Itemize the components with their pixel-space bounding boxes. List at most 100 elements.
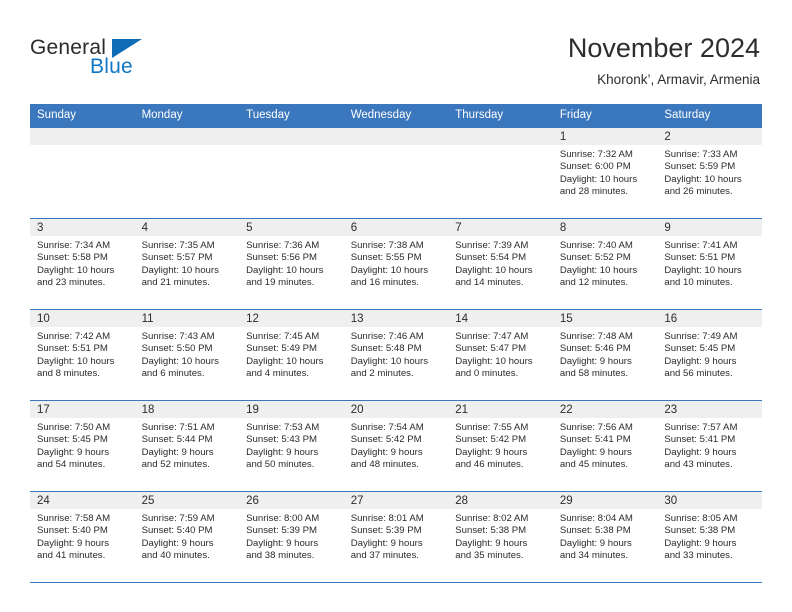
sunset-text: Sunset: 5:45 PM [37,434,108,446]
day-cell-inner: 18 Sunrise: 7:51 AM Sunset: 5:44 PM Dayligh… [134,401,240,491]
daylight-text-line1: Daylight: 10 hours [141,264,219,276]
calendar-day-cell-empty [343,127,449,219]
calendar-day-cell[interactable]: 15 Sunrise: 7:48 AM Sunset: 5:46 PM Dayligh… [552,309,658,401]
calendar-day-cell[interactable]: 23 Sunrise: 7:57 AM Sunset: 5:41 PM Dayligh… [657,400,762,492]
sunrise-text: Sunrise: 7:45 AM [246,331,320,342]
calendar-day-cell[interactable]: 24 Sunrise: 7:58 AM Sunset: 5:40 PM Dayligh… [30,491,135,583]
daylight-text-line1: Daylight: 9 hours [350,537,423,549]
calendar-day-cell[interactable]: 22 Sunrise: 7:56 AM Sunset: 5:41 PM Dayligh… [552,400,658,492]
sunrise-text: Sunrise: 7:51 AM [141,422,215,433]
logo-text-blue: Blue [90,55,133,78]
calendar-day-cell[interactable]: 8 Sunrise: 7:40 AM Sunset: 5:52 PM Daylight… [552,218,658,310]
daylight-text-line1: Daylight: 9 hours [37,446,109,458]
general-blue-logo[interactable]: General Blue [30,36,180,86]
daylight-text-line1: Daylight: 10 hours [350,264,429,276]
day-cell-inner: 3 Sunrise: 7:34 AM Sunset: 5:58 PM Daylight… [30,219,135,309]
calendar-day-cell[interactable]: 3 Sunrise: 7:34 AM Sunset: 5:58 PM Daylight… [30,218,135,310]
daylight-text-line1: Daylight: 9 hours [37,537,109,549]
calendar-day-cell[interactable]: 20 Sunrise: 7:54 AM Sunset: 5:42 PM Dayligh… [343,400,449,492]
calendar-day-cell[interactable]: 6 Sunrise: 7:38 AM Sunset: 5:55 PM Daylight… [343,218,449,310]
day-cell-details: Sunrise: 7:54 AM Sunset: 5:42 PM Daylight:… [344,418,449,471]
calendar-day-cell[interactable]: 30 Sunrise: 8:05 AM Sunset: 5:38 PM Dayligh… [657,491,762,583]
day-cell-details: Sunrise: 7:49 AM Sunset: 5:45 PM Daylight:… [657,327,762,380]
calendar-day-cell[interactable]: 9 Sunrise: 7:41 AM Sunset: 5:51 PM Daylight… [657,218,762,310]
sunrise-text: Sunrise: 7:47 AM [455,331,529,342]
sunset-text: Sunset: 5:59 PM [664,161,736,173]
sunset-text: Sunset: 5:38 PM [455,525,527,537]
day-number: 17 [30,401,135,418]
sunset-text: Sunset: 5:38 PM [559,525,631,537]
calendar-day-cell[interactable]: 27 Sunrise: 8:01 AM Sunset: 5:39 PM Dayligh… [343,491,449,583]
day-cell-details: Sunrise: 7:51 AM Sunset: 5:44 PM Daylight:… [135,418,240,471]
day-cell-inner: 6 Sunrise: 7:38 AM Sunset: 5:55 PM Daylight… [343,219,449,309]
calendar-day-cell[interactable]: 14 Sunrise: 7:47 AM Sunset: 5:47 PM Dayligh… [448,309,553,401]
sunrise-text: Sunrise: 7:49 AM [664,331,738,342]
calendar-day-cell[interactable]: 2 Sunrise: 7:33 AM Sunset: 5:59 PM Daylight… [657,127,762,219]
sunset-text: Sunset: 5:50 PM [141,343,213,355]
calendar-day-cell[interactable]: 1 Sunrise: 7:32 AM Sunset: 6:00 PM Daylight… [552,127,658,219]
calendar-day-cell[interactable]: 28 Sunrise: 8:02 AM Sunset: 5:38 PM Dayligh… [448,491,553,583]
day-number [448,128,553,145]
calendar-day-cell[interactable]: 12 Sunrise: 7:45 AM Sunset: 5:49 PM Dayligh… [239,309,344,401]
sunset-text: Sunset: 5:42 PM [350,434,422,446]
calendar-day-cell[interactable]: 19 Sunrise: 7:53 AM Sunset: 5:43 PM Dayligh… [239,400,344,492]
calendar-day-cell[interactable]: 25 Sunrise: 7:59 AM Sunset: 5:40 PM Dayligh… [134,491,240,583]
daylight-text-line2: and 26 minutes. [664,185,733,197]
sunset-text: Sunset: 5:58 PM [37,252,108,264]
sunrise-text: Sunrise: 7:34 AM [37,240,111,251]
calendar-day-cell[interactable]: 7 Sunrise: 7:39 AM Sunset: 5:54 PM Daylight… [448,218,553,310]
day-cell-inner: 4 Sunrise: 7:35 AM Sunset: 5:57 PM Daylight… [134,219,240,309]
daylight-text-line2: and 34 minutes. [559,549,629,561]
daylight-text-line2: and 2 minutes. [350,367,414,379]
daylight-text-line1: Daylight: 9 hours [350,446,423,458]
sunset-text: Sunset: 5:55 PM [350,252,422,264]
sunset-text: Sunset: 5:51 PM [664,252,736,264]
weekday-header-tuesday: Tuesday [239,104,344,128]
daylight-text-line2: and 38 minutes. [246,549,315,561]
day-cell-inner: 13 Sunrise: 7:46 AM Sunset: 5:48 PM Dayligh… [343,310,449,400]
daylight-text-line1: Daylight: 9 hours [141,446,214,458]
calendar-day-cell[interactable]: 11 Sunrise: 7:43 AM Sunset: 5:50 PM Dayligh… [134,309,240,401]
calendar-day-cell[interactable]: 26 Sunrise: 8:00 AM Sunset: 5:39 PM Dayligh… [239,491,344,583]
day-cell-inner [343,128,449,218]
day-number: 27 [343,492,449,509]
daylight-text-line2: and 54 minutes. [37,458,106,470]
day-cell-details: Sunrise: 7:36 AM Sunset: 5:56 PM Daylight:… [239,236,344,289]
sunrise-text: Sunrise: 8:00 AM [246,513,320,524]
calendar-day-cell[interactable]: 29 Sunrise: 8:04 AM Sunset: 5:38 PM Dayligh… [552,491,658,583]
day-cell-inner: 5 Sunrise: 7:36 AM Sunset: 5:56 PM Daylight… [239,219,344,309]
weekday-header-sunday: Sunday [30,104,135,128]
sunrise-text: Sunrise: 7:57 AM [664,422,738,433]
sunset-text: Sunset: 5:43 PM [246,434,318,446]
daylight-text-line1: Daylight: 10 hours [37,355,115,367]
sunset-text: Sunset: 5:42 PM [455,434,527,446]
day-cell-details: Sunrise: 8:02 AM Sunset: 5:38 PM Daylight:… [448,509,553,562]
sunrise-text: Sunrise: 8:05 AM [664,513,738,524]
calendar-day-cell[interactable]: 18 Sunrise: 7:51 AM Sunset: 5:44 PM Dayligh… [134,400,240,492]
day-cell-details: Sunrise: 8:00 AM Sunset: 5:39 PM Daylight:… [239,509,344,562]
day-cell-details: Sunrise: 7:35 AM Sunset: 5:57 PM Daylight:… [135,236,240,289]
sunset-text: Sunset: 5:54 PM [455,252,527,264]
sunset-text: Sunset: 5:57 PM [141,252,213,264]
calendar-day-cell[interactable]: 5 Sunrise: 7:36 AM Sunset: 5:56 PM Daylight… [239,218,344,310]
day-number [30,128,135,145]
calendar-day-cell[interactable]: 13 Sunrise: 7:46 AM Sunset: 5:48 PM Dayligh… [343,309,449,401]
day-number: 4 [134,219,240,236]
daylight-text-line1: Daylight: 9 hours [246,537,319,549]
calendar-day-cell[interactable]: 4 Sunrise: 7:35 AM Sunset: 5:57 PM Daylight… [134,218,240,310]
daylight-text-line2: and 6 minutes. [141,367,205,379]
calendar-day-cell[interactable]: 10 Sunrise: 7:42 AM Sunset: 5:51 PM Dayligh… [30,309,135,401]
calendar-day-cell[interactable]: 16 Sunrise: 7:49 AM Sunset: 5:45 PM Dayligh… [657,309,762,401]
day-cell-inner: 10 Sunrise: 7:42 AM Sunset: 5:51 PM Dayligh… [30,310,135,400]
sunrise-text: Sunrise: 7:59 AM [141,513,215,524]
daylight-text-line2: and 48 minutes. [350,458,419,470]
day-number: 25 [134,492,240,509]
calendar-day-cell[interactable]: 21 Sunrise: 7:55 AM Sunset: 5:42 PM Dayligh… [448,400,553,492]
day-cell-inner: 29 Sunrise: 8:04 AM Sunset: 5:38 PM Dayligh… [552,492,658,582]
sunrise-text: Sunrise: 7:53 AM [246,422,320,433]
day-number: 16 [657,310,762,327]
calendar-day-cell[interactable]: 17 Sunrise: 7:50 AM Sunset: 5:45 PM Dayligh… [30,400,135,492]
daylight-text-line2: and 19 minutes. [246,276,315,288]
sunset-text: Sunset: 5:39 PM [350,525,422,537]
day-number: 5 [239,219,344,236]
